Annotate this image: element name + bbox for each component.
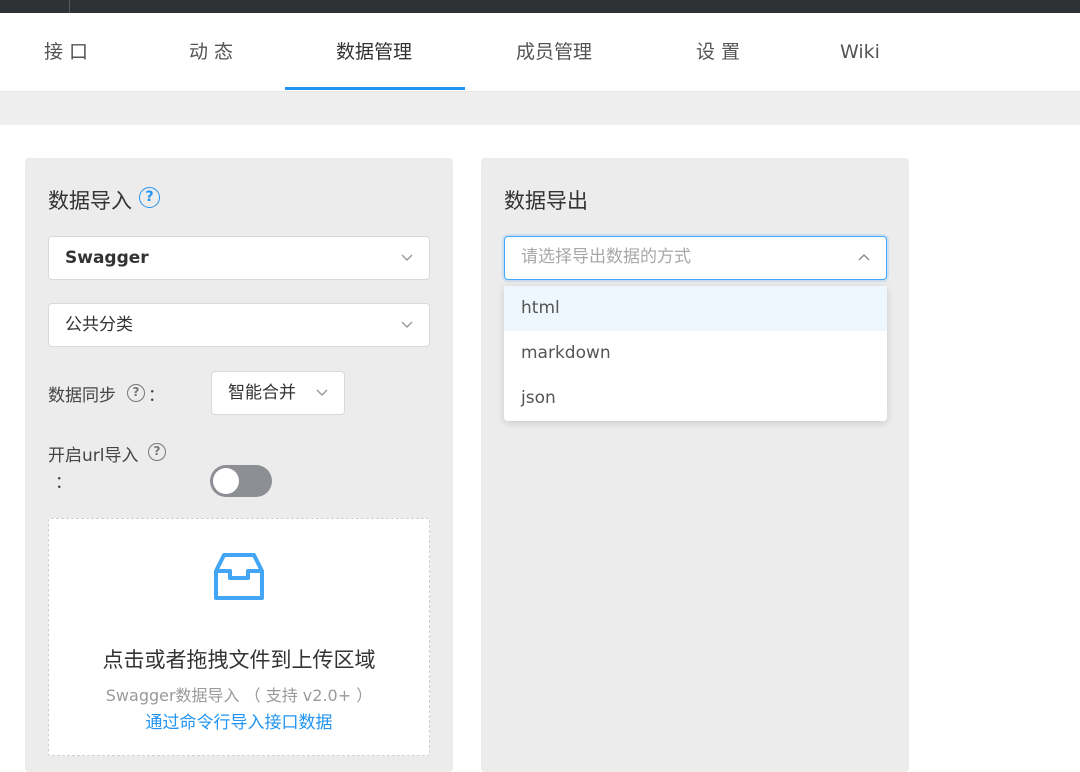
project-tabs: 接 口 动 态 数据管理 成员管理 设 置 Wiki (0, 13, 1080, 92)
content-header-strip (0, 92, 1080, 125)
url-import-label: 开启url导入 (48, 446, 139, 466)
window-topbar (0, 0, 1080, 13)
url-import-colon: ： (55, 473, 72, 493)
sync-colon: ： (148, 386, 165, 406)
import-category-value: 公共分类 (65, 315, 133, 335)
tab-data-management[interactable]: 数据管理 (330, 13, 418, 92)
import-format-select[interactable]: Swagger (48, 236, 430, 280)
sync-label: 数据同步 (48, 386, 116, 406)
export-option-html[interactable]: html (504, 286, 887, 331)
active-tab-indicator (285, 87, 465, 90)
dropzone-main-text: 点击或者拖拽文件到上传区域 (102, 648, 376, 672)
cli-import-link[interactable]: 通过命令行导入接口数据 (49, 708, 429, 733)
tab-activity[interactable]: 动 态 (183, 13, 239, 92)
help-icon[interactable]: ? (139, 187, 160, 208)
toggle-knob (213, 468, 239, 494)
export-method-placeholder: 请选择导出数据的方式 (521, 247, 691, 267)
import-title: 数据导入 (48, 189, 132, 213)
chevron-down-icon (401, 254, 413, 261)
sync-mode-select[interactable]: 智能合并 (211, 371, 345, 415)
tab-wiki[interactable]: Wiki (835, 13, 885, 92)
tab-settings[interactable]: 设 置 (690, 13, 746, 92)
question-circle-icon[interactable]: ? (127, 384, 145, 402)
export-options-dropdown: html markdown json (504, 286, 887, 421)
tab-interface[interactable]: 接 口 (38, 13, 94, 92)
url-import-toggle[interactable] (210, 465, 272, 497)
import-format-value: Swagger (65, 248, 149, 268)
topbar-divider (69, 0, 70, 13)
question-circle-icon[interactable]: ? (148, 443, 166, 461)
sync-mode-value: 智能合并 (228, 383, 296, 403)
export-title: 数据导出 (504, 189, 588, 213)
upload-dropzone[interactable]: 点击或者拖拽文件到上传区域 Swagger数据导入 （ 支持 v2.0+ ） 通… (48, 518, 430, 756)
dropzone-sub-text: Swagger数据导入 （ 支持 v2.0+ ） (105, 686, 373, 705)
chevron-down-icon (316, 389, 328, 396)
chevron-up-icon (858, 254, 870, 261)
export-option-json[interactable]: json (504, 376, 887, 421)
chevron-down-icon (401, 321, 413, 328)
inbox-icon (214, 553, 264, 600)
import-category-select[interactable]: 公共分类 (48, 303, 430, 347)
export-option-markdown[interactable]: markdown (504, 331, 887, 376)
export-method-select[interactable]: 请选择导出数据的方式 (504, 236, 887, 280)
tab-members[interactable]: 成员管理 (510, 13, 598, 92)
